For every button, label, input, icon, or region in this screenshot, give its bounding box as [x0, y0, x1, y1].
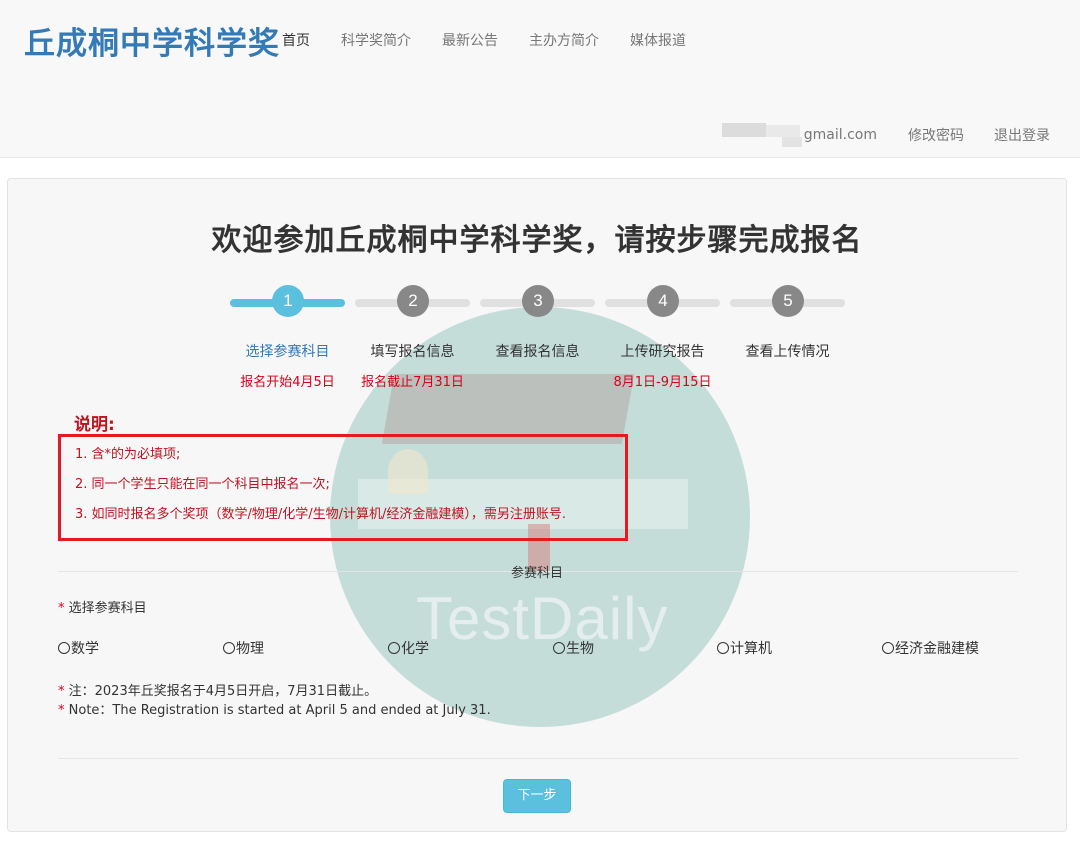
radio-label: 物理 — [236, 641, 264, 657]
step-label: 查看报名信息 — [495, 344, 580, 360]
radio-circle[interactable] — [553, 642, 565, 654]
radio-label: 计算机 — [730, 641, 772, 657]
step-date: 报名截止7月31日 — [361, 375, 464, 390]
nav-announcements[interactable]: 最新公告 — [442, 30, 498, 50]
step-date: 8月1日-9月15日 — [613, 375, 712, 390]
user-bar: gmail.com 修改密码 退出登录 — [721, 123, 1050, 147]
radio-circle[interactable] — [223, 642, 235, 654]
step-number: 1 — [272, 285, 304, 317]
radio-circle[interactable] — [717, 642, 729, 654]
step-number: 2 — [397, 285, 429, 317]
radio-math[interactable]: 数学 — [58, 638, 99, 658]
radio-circle[interactable] — [388, 642, 400, 654]
notes-title: 说明: — [74, 415, 115, 435]
step-number: 4 — [647, 285, 679, 317]
step-2[interactable]: 2 填写报名信息 报名截止7月31日 — [355, 285, 480, 390]
nav-organizer-intro[interactable]: 主办方简介 — [529, 30, 599, 50]
radio-label: 数学 — [71, 641, 99, 657]
step-3[interactable]: 3 查看报名信息 — [480, 285, 605, 385]
step-label: 上传研究报告 — [620, 344, 705, 360]
hint-cn: * 注：2023年丘奖报名于4月5日开启，7月31日截止。 — [58, 680, 377, 699]
radio-circle[interactable] — [882, 642, 894, 654]
divider — [58, 758, 1018, 759]
change-password-link[interactable]: 修改密码 — [908, 125, 964, 145]
subject-label-text: 选择参赛科目 — [68, 601, 147, 616]
note-item: 2. 同一个学生只能在同一个科目中报名一次; — [75, 477, 330, 492]
radio-label: 经济金融建模 — [895, 641, 979, 657]
user-email: gmail.com — [803, 127, 877, 143]
required-mark: * — [58, 601, 65, 616]
radio-circle[interactable] — [58, 642, 70, 654]
hint-cn-text: 注：2023年丘奖报名于4月5日开启，7月31日截止。 — [68, 684, 378, 699]
logout-link[interactable]: 退出登录 — [994, 125, 1050, 145]
note-item: 3. 如同时报名多个奖项（数学/物理/化学/生物/计算机/经济金融建模），需另注… — [75, 507, 567, 522]
next-step-button[interactable]: 下一步 — [503, 779, 571, 813]
step-number: 3 — [522, 285, 554, 317]
page-title: 欢迎参加丘成桐中学科学奖，请按步骤完成报名 — [211, 223, 863, 258]
radio-label: 化学 — [401, 641, 429, 657]
notes-highlight-box: 1. 含*的为必填项; 2. 同一个学生只能在同一个科目中报名一次; 3. 如同… — [58, 434, 628, 541]
note-item: 1. 含*的为必填项; — [75, 447, 181, 462]
hint-en-text: Note：The Registration is started at Apri… — [68, 703, 491, 718]
email-redaction — [721, 123, 802, 147]
step-5[interactable]: 5 查看上传情况 — [730, 285, 855, 385]
step-label: 选择参赛科目 — [245, 344, 330, 360]
brand-logo[interactable]: 丘成桐中学科学奖 — [24, 18, 280, 63]
section-title: 参赛科目 — [510, 566, 563, 581]
radio-chemistry[interactable]: 化学 — [388, 638, 429, 658]
nav-media[interactable]: 媒体报道 — [630, 30, 686, 50]
nav-award-intro[interactable]: 科学奖简介 — [341, 30, 411, 50]
radio-physics[interactable]: 物理 — [223, 638, 264, 658]
step-number: 5 — [772, 285, 804, 317]
required-mark: * — [58, 684, 65, 699]
step-4[interactable]: 4 上传研究报告 8月1日-9月15日 — [605, 285, 730, 390]
hint-en: * Note：The Registration is started at Ap… — [58, 699, 491, 718]
radio-computer[interactable]: 计算机 — [717, 638, 772, 658]
required-mark: * — [58, 703, 65, 718]
top-navbar: 丘成桐中学科学奖 首页 科学奖简介 最新公告 主办方简介 媒体报道 gmail.… — [0, 0, 1080, 158]
radio-biology[interactable]: 生物 — [553, 638, 594, 658]
subject-label: * 选择参赛科目 — [58, 597, 147, 616]
radio-label: 生物 — [566, 641, 594, 657]
registration-panel: TestDaily 欢迎参加丘成桐中学科学奖，请按步骤完成报名 1 选择参赛科目… — [7, 178, 1067, 832]
step-label: 查看上传情况 — [745, 344, 830, 360]
main-nav: 首页 科学奖简介 最新公告 主办方简介 媒体报道 — [282, 30, 717, 50]
step-1[interactable]: 1 选择参赛科目 报名开始4月5日 — [230, 285, 355, 390]
nav-home[interactable]: 首页 — [282, 30, 310, 50]
step-label: 填写报名信息 — [370, 344, 455, 360]
watermark-text: TestDaily — [416, 585, 669, 652]
radio-economics-finance[interactable]: 经济金融建模 — [882, 638, 979, 658]
